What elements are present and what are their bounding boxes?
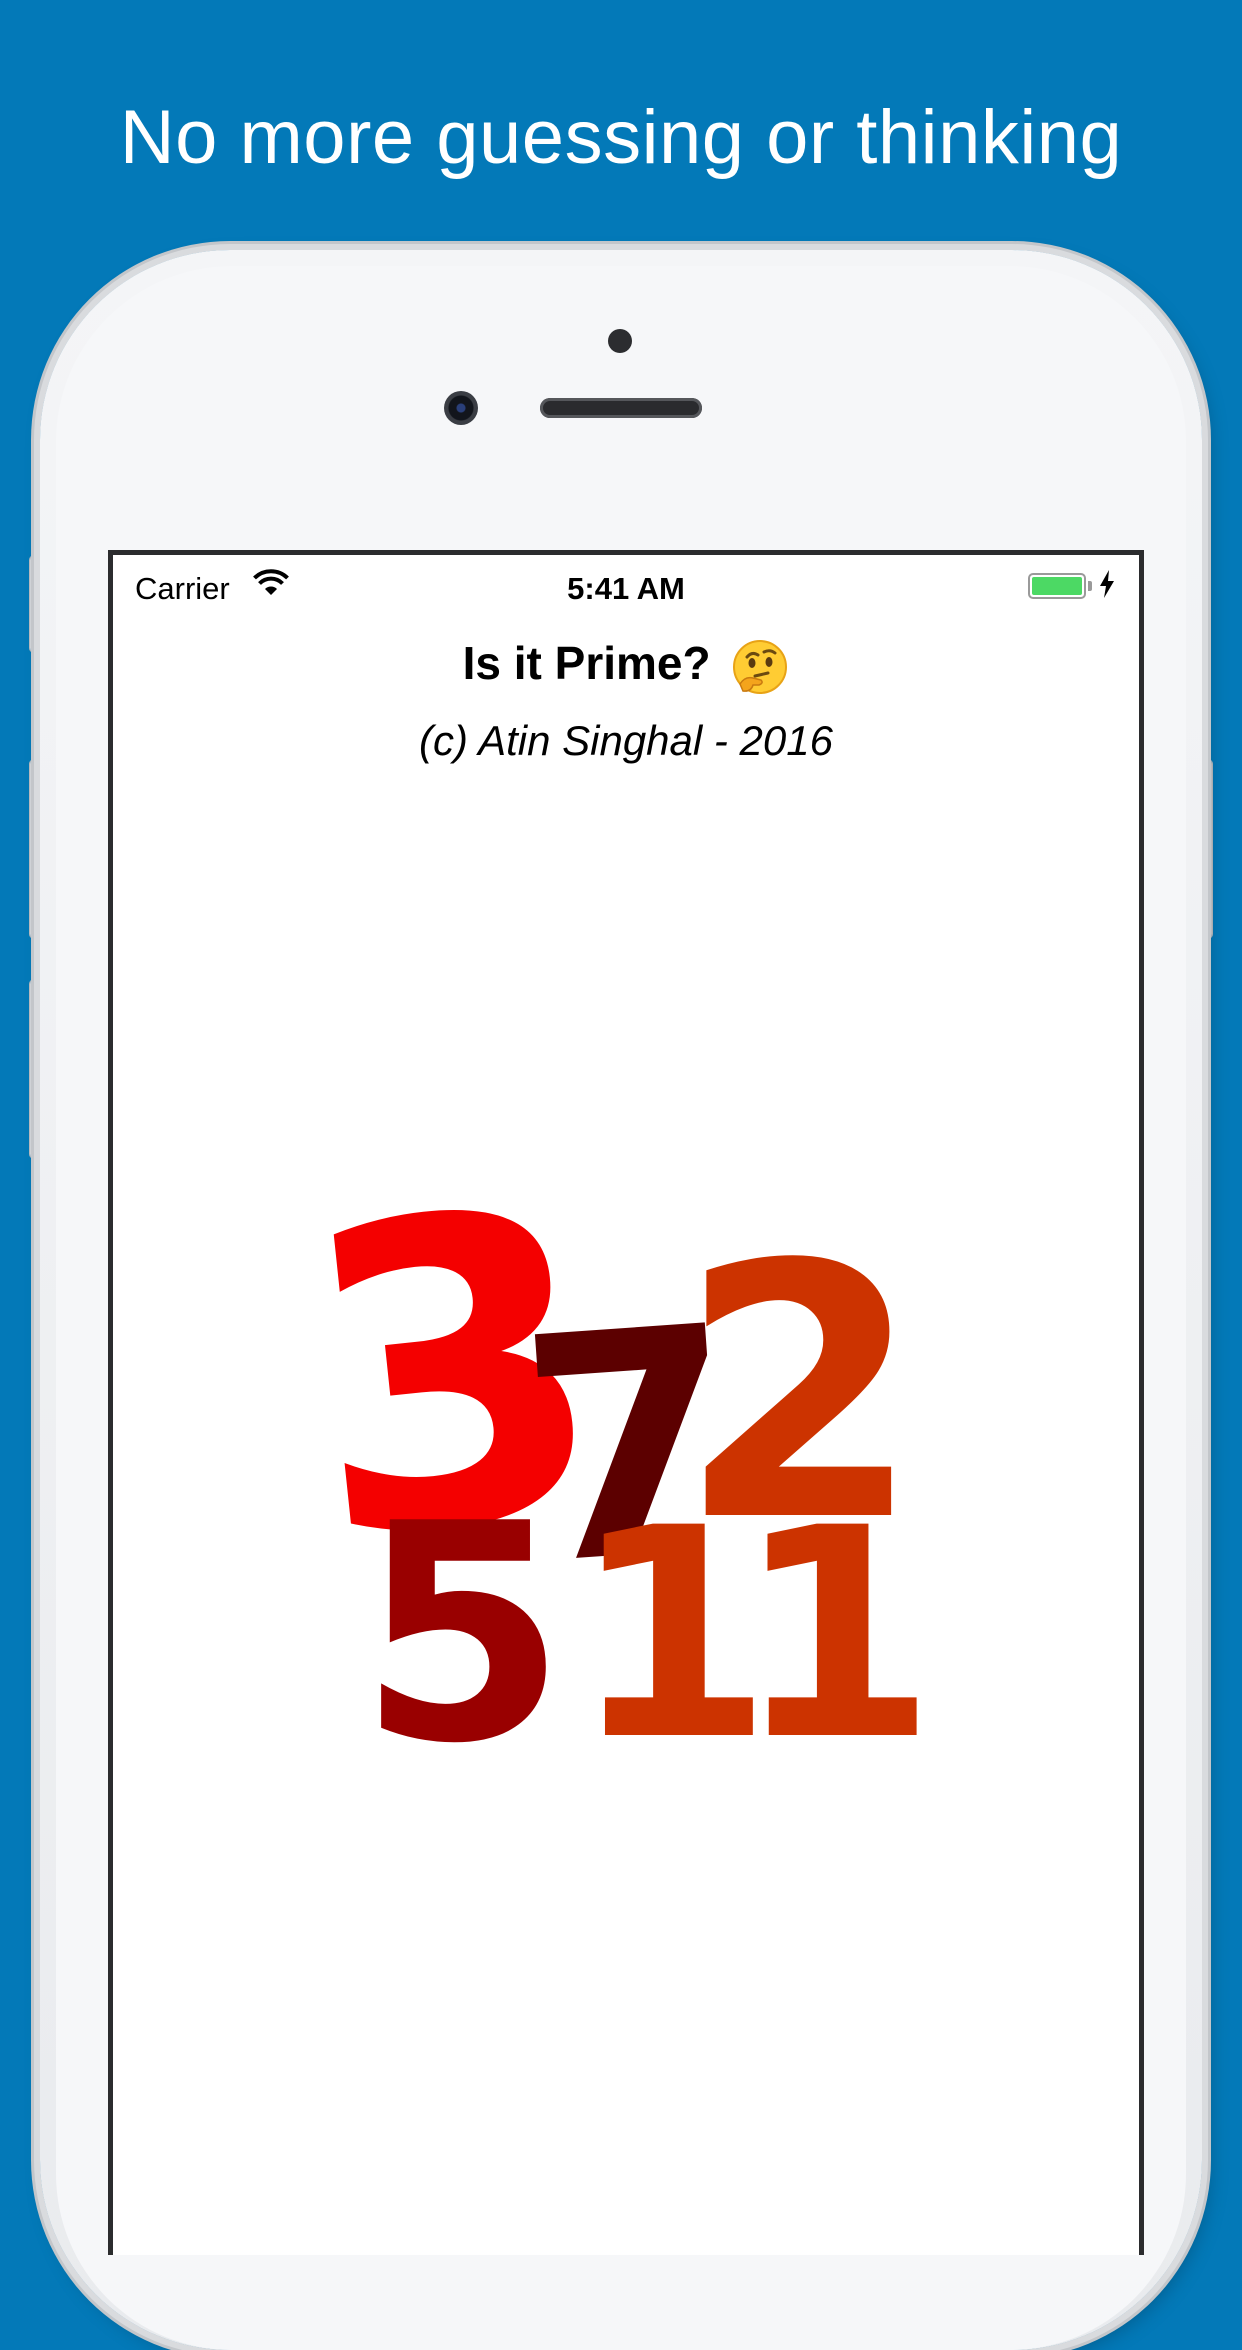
volume-down-button [30,980,40,1158]
prime-numbers-logo: 3 2 7 5 11 [283,1118,958,1809]
logo-number-5: 5 [358,1460,567,1809]
volume-up-button [30,760,40,938]
earpiece-speaker [540,398,702,418]
promo-headline: No more guessing or thinking [119,95,1123,180]
app-screen: Carrier 5:41 AM Is it Prime? (c) Atin Si… [108,550,1144,2255]
proximity-sensor [608,329,632,353]
logo-number-11: 11 [571,1467,921,1804]
front-camera-icon [444,391,478,425]
mute-switch [30,556,40,652]
power-button [1202,760,1212,938]
